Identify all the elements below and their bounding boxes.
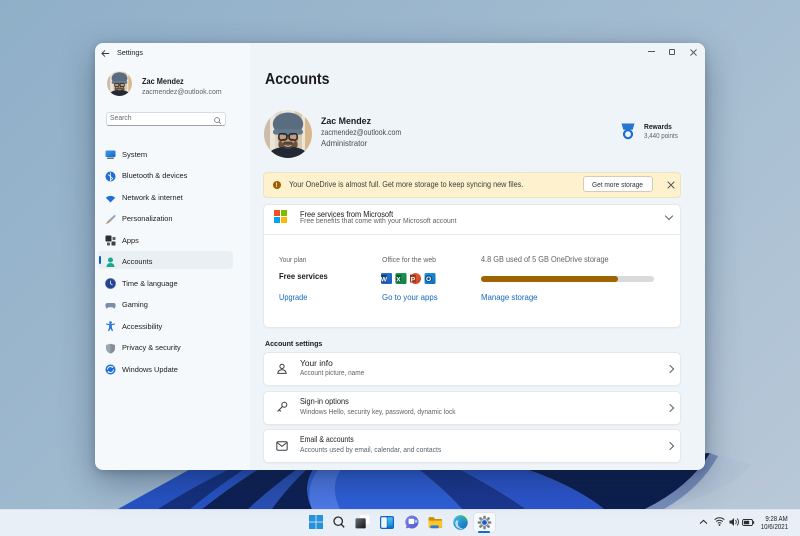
svg-text:O: O [426,276,431,283]
svg-text:P: P [411,276,416,283]
svg-text:X: X [396,276,401,283]
svg-text:W: W [381,276,388,283]
